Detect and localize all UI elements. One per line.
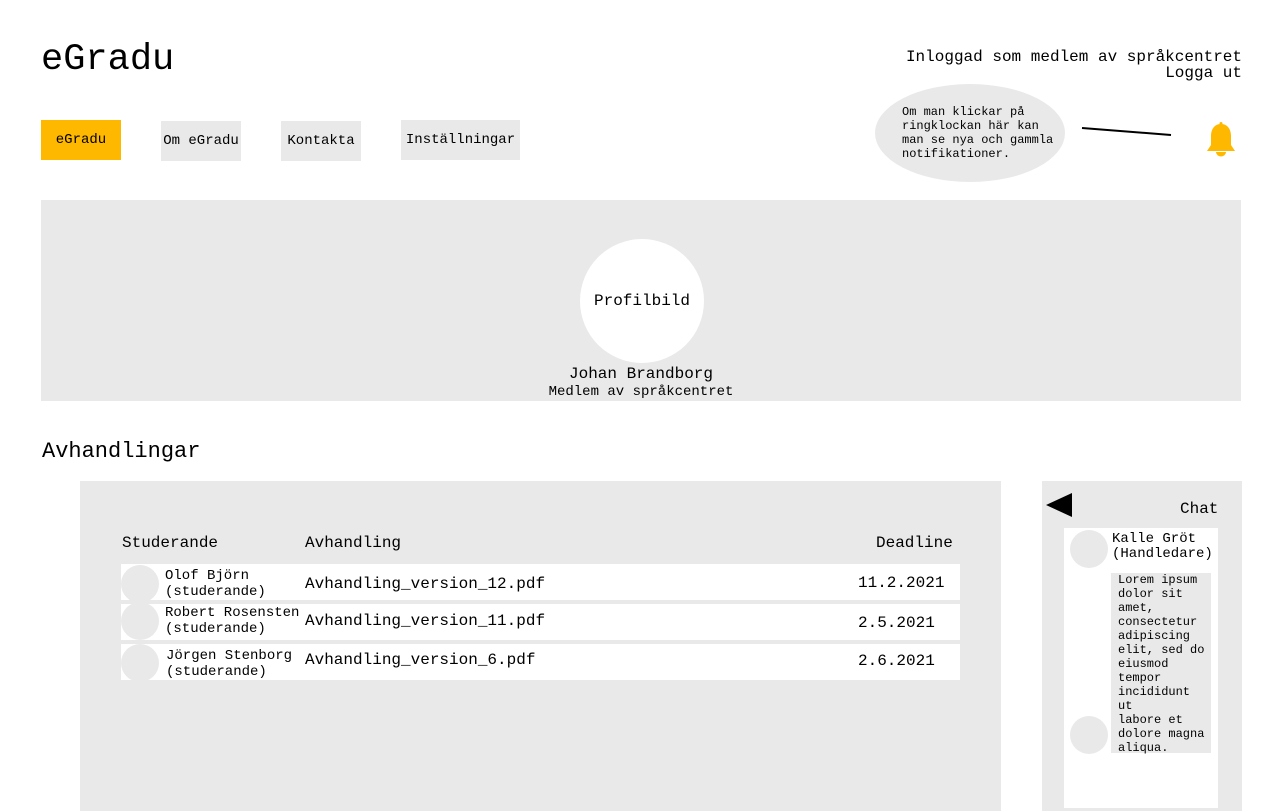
triangle-left-icon[interactable]: [1046, 493, 1072, 517]
nav-om-egradu[interactable]: Om eGradu: [161, 121, 241, 161]
chat-message: Lorem ipsum dolor sit amet, consectetur …: [1111, 573, 1211, 755]
student-role: (studerande): [166, 664, 267, 680]
profile-name: Johan Brandborg: [568, 365, 714, 383]
table-row[interactable]: Robert Rosensten (studerande) Avhandling…: [121, 602, 960, 640]
chat-sender-name: Kalle Gröt: [1112, 531, 1197, 547]
nav-kontakta[interactable]: Kontakta: [281, 121, 361, 161]
deadline-cell: 2.6.2021: [858, 652, 935, 670]
deadline-cell: 2.5.2021: [858, 614, 935, 632]
tip-connector-line: [1081, 127, 1172, 136]
student-name: Robert Rosensten: [165, 605, 300, 621]
nav-installningar[interactable]: Inställningar: [401, 120, 520, 160]
thesis-file-link[interactable]: Avhandling_version_6.pdf: [305, 651, 535, 669]
logged-in-status: Inloggad som medlem av språkcentret: [905, 48, 1242, 66]
chat-title: Chat: [1180, 500, 1219, 518]
logout-link[interactable]: Logga ut: [906, 65, 1242, 81]
column-header-deadline: Deadline: [876, 534, 953, 552]
table-row[interactable]: Jörgen Stenborg (studerande) Avhandling_…: [121, 644, 960, 682]
column-header-student: Studerande: [122, 534, 219, 552]
chat-sender-avatar: [1070, 530, 1108, 568]
bell-icon[interactable]: [1205, 122, 1237, 158]
profile-picture: Profilbild: [580, 239, 704, 363]
chat-sender: Kalle Gröt (Handledare): [1112, 532, 1213, 562]
column-header-thesis: Avhandling: [305, 534, 402, 552]
student-cell: Robert Rosensten (studerande): [165, 605, 299, 637]
chat-user-avatar: [1070, 716, 1108, 754]
thesis-file-link[interactable]: Avhandling_version_12.pdf: [305, 575, 545, 593]
student-cell: Olof Björn (studerande): [165, 568, 266, 600]
nav-egradu[interactable]: eGradu: [41, 120, 121, 160]
thesis-file-link[interactable]: Avhandling_version_11.pdf: [305, 612, 545, 630]
notification-tip: Om man klickar på ringklockan här kan ma…: [875, 84, 1065, 182]
app-logo: eGradu: [41, 39, 175, 81]
table-row[interactable]: Olof Björn (studerande) Avhandling_versi…: [121, 564, 960, 603]
student-avatar: [121, 602, 159, 640]
section-title-theses: Avhandlingar: [42, 439, 201, 464]
student-avatar: [121, 644, 159, 682]
student-role: (studerande): [165, 621, 266, 637]
user-info: Inloggad som medlem av språkcentret Logg…: [906, 49, 1242, 81]
profile-picture-label: Profilbild: [593, 292, 690, 310]
chat-sender-role: (Handledare): [1112, 546, 1213, 562]
student-role: (studerande): [165, 584, 266, 600]
student-name: Olof Björn: [165, 568, 250, 584]
student-avatar: [121, 565, 159, 603]
profile-role: Medlem av språkcentret: [548, 384, 734, 400]
deadline-cell: 11.2.2021: [858, 574, 945, 592]
student-name: Jörgen Stenborg: [166, 648, 293, 664]
student-cell: Jörgen Stenborg (studerande): [166, 648, 292, 680]
